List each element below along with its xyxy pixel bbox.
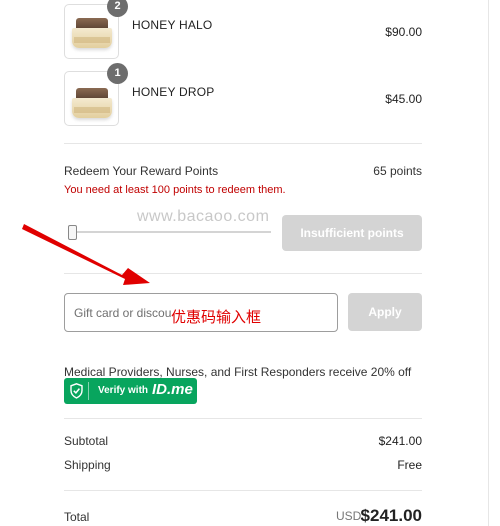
cart-item: 2 HONEY HALO $90.00 [64,0,422,60]
divider [64,273,422,274]
annotation-label: 优惠码输入框 [171,309,262,326]
idme-logo: ID.me [152,381,193,398]
cart-item: 1 HONEY DROP $45.00 [64,63,422,127]
total-label: Total [64,510,90,524]
shipping-value: Free [397,458,422,472]
jar-image [72,88,112,118]
divider [64,418,422,419]
reward-points-balance: 65 points [373,164,422,178]
subtotal-value: $241.00 [378,434,422,448]
apply-button[interactable]: Apply [348,293,422,331]
product-name: HONEY DROP [132,85,215,99]
product-price: $90.00 [385,25,422,39]
reward-points-warning: You need at least 100 points to redeem t… [64,184,286,196]
shield-check-icon [70,383,83,399]
divider [64,490,422,491]
verify-separator [88,382,89,400]
quantity-badge: 1 [107,63,128,84]
verify-label: Verify with [98,385,149,396]
reward-points-slider[interactable] [69,231,271,233]
watermark-text: www.bacaoo.com [137,208,270,225]
quantity-badge: 2 [107,0,128,17]
divider [64,143,422,144]
product-price: $45.00 [385,92,422,106]
panel-edge-divider [488,0,489,526]
jar-image [72,18,112,48]
discount-code-placeholder: Gift card or discou [74,306,172,320]
reward-points-label: Redeem Your Reward Points [64,164,219,178]
slider-handle[interactable] [68,225,77,240]
subtotal-label: Subtotal [64,434,109,448]
total-value: $241.00 [360,506,422,525]
currency-code: USD [336,509,362,523]
verify-idme-button[interactable]: Verify with ID.me [64,378,197,404]
product-name: HONEY HALO [132,18,213,32]
shipping-label: Shipping [64,458,111,472]
insufficient-points-button[interactable]: Insufficient points [282,215,422,251]
medical-discount-text: Medical Providers, Nurses, and First Res… [64,365,412,379]
